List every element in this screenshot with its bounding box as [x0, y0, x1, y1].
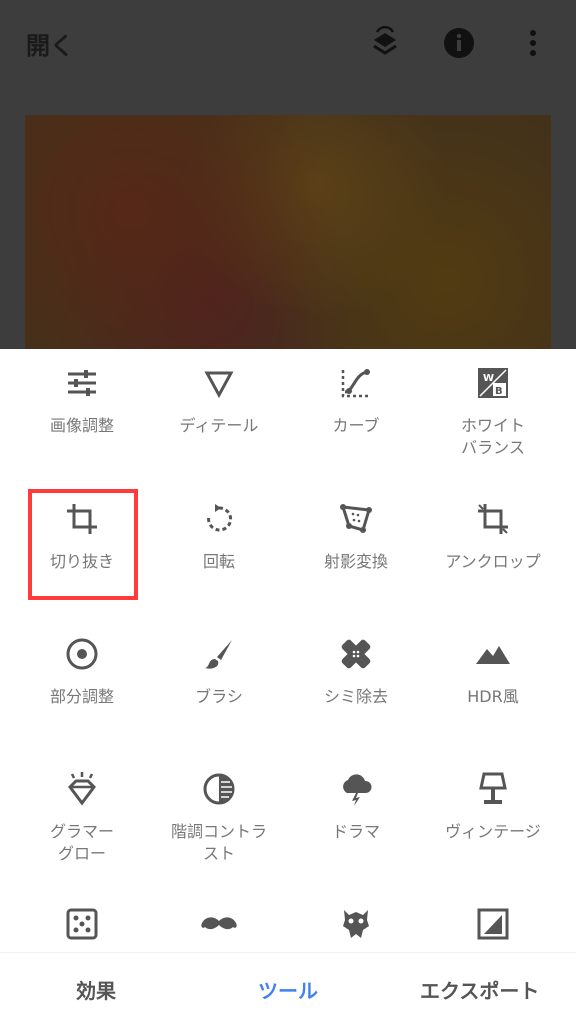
mustache-icon	[199, 904, 239, 944]
tool-label: 射影変換	[323, 552, 388, 571]
frame-icon	[473, 904, 513, 944]
tool-vintage[interactable]: ヴィンテージ	[425, 755, 561, 875]
photo-preview	[25, 115, 551, 350]
tool-label: アンクロップ	[445, 552, 541, 571]
open-button[interactable]: 開く	[26, 26, 74, 61]
expand-icon	[473, 499, 513, 539]
tool-tune-image[interactable]: 画像調整	[14, 349, 150, 469]
top-app-bar: 開く	[0, 0, 576, 90]
tonal-contrast-icon	[199, 769, 239, 809]
svg-text:W: W	[483, 373, 494, 384]
tool-label: カーブ	[332, 416, 380, 435]
tool-curves[interactable]: カーブ	[288, 349, 424, 469]
tool-label: ドラマ	[331, 822, 380, 841]
tool-label: ブラシ	[195, 687, 243, 706]
nav-tools-tab[interactable]: ツール	[258, 975, 318, 1004]
tool-perspective[interactable]: 射影変換	[288, 485, 424, 605]
perspective-icon	[336, 499, 376, 539]
selective-target-icon	[62, 634, 102, 674]
tool-label: HDR風	[467, 687, 519, 706]
info-icon[interactable]	[442, 26, 476, 60]
tool-details[interactable]: ディテール	[151, 349, 287, 469]
bottom-nav: 効果 ツール エクスポート	[0, 952, 576, 1025]
tool-selective[interactable]: 部分調整	[14, 620, 150, 740]
svg-text:B: B	[495, 386, 503, 397]
tune-sliders-icon	[62, 363, 102, 403]
brush-icon	[199, 634, 239, 674]
vintage-lamp-icon	[473, 769, 513, 809]
curves-icon	[336, 363, 376, 403]
healing-bandage-icon	[336, 634, 376, 674]
tool-label: 回転	[202, 552, 235, 571]
grunge-icon	[336, 904, 376, 944]
tool-label: ディテール	[179, 416, 259, 435]
tool-brush[interactable]: ブラシ	[151, 620, 287, 740]
tool-white-balance[interactable]: W B ホワイト バランス	[425, 349, 561, 469]
crop-highlight-box	[28, 489, 138, 600]
tool-grunge[interactable]	[288, 890, 424, 952]
hdr-mountain-icon	[473, 634, 513, 674]
dice-icon	[62, 904, 102, 944]
drama-cloud-icon	[336, 769, 376, 809]
tool-retrolux[interactable]	[151, 890, 287, 952]
tool-frames[interactable]	[425, 890, 561, 952]
white-balance-icon: W B	[473, 363, 513, 403]
tool-label: グラマー グロー	[49, 822, 114, 863]
tool-expand[interactable]: アンクロップ	[425, 485, 561, 605]
tool-tonal-contrast[interactable]: 階調コントラ スト	[151, 755, 287, 875]
tool-grainy-film[interactable]	[14, 890, 150, 952]
rotate-icon	[199, 499, 239, 539]
tools-sheet: 画像調整 ディテール カーブ W B ホワイト バランス 切り抜き 回転 射影変…	[0, 349, 576, 952]
detail-triangle-icon	[199, 363, 239, 403]
nav-export-tab[interactable]: エクスポート	[420, 975, 539, 1004]
glamour-diamond-icon	[62, 769, 102, 809]
layers-undo-icon[interactable]	[368, 26, 402, 60]
tool-healing[interactable]: シミ除去	[288, 620, 424, 740]
tool-label: シミ除去	[323, 687, 388, 706]
tool-label: ホワイト バランス	[460, 416, 525, 457]
tool-hdr[interactable]: HDR風	[425, 620, 561, 740]
tool-glamour-glow[interactable]: グラマー グロー	[14, 755, 150, 875]
tool-drama[interactable]: ドラマ	[288, 755, 424, 875]
tool-label: 部分調整	[49, 687, 114, 706]
tool-label: ヴィンテージ	[445, 822, 541, 841]
tool-label: 階調コントラ スト	[170, 822, 267, 863]
tool-rotate[interactable]: 回転	[151, 485, 287, 605]
nav-effects-tab[interactable]: 効果	[76, 975, 116, 1004]
more-vert-icon[interactable]	[516, 26, 550, 60]
tool-label: 画像調整	[49, 416, 114, 435]
